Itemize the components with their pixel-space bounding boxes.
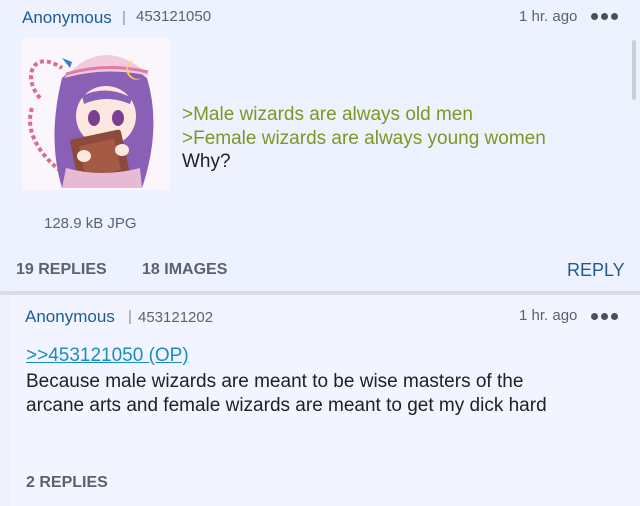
reply-header-separator: |: [128, 308, 132, 325]
reply-replies-count[interactable]: 2 REPLIES: [26, 474, 108, 492]
op-post: Anonymous | 453121050 1 hr. ago >Male wi…: [0, 0, 640, 291]
reply-post-number[interactable]: 453121202: [138, 309, 213, 326]
op-greentext-line-2: >Female wizards are always young women: [182, 128, 546, 149]
op-timestamp: 1 hr. ago: [519, 8, 578, 25]
op-images-count[interactable]: 18 IMAGES: [142, 261, 227, 279]
reply-author-name[interactable]: Anonymous: [25, 307, 115, 327]
op-image-thumbnail[interactable]: [22, 38, 170, 190]
op-more-dots-icon[interactable]: [591, 13, 618, 20]
op-post-text: Why?: [182, 151, 231, 172]
op-header-separator: |: [122, 9, 126, 26]
reply-more-dots-icon[interactable]: [591, 313, 618, 320]
reply-timestamp: 1 hr. ago: [519, 307, 578, 324]
op-file-info: 128.9 kB JPG: [44, 215, 137, 232]
reply-button[interactable]: REPLY: [567, 260, 625, 281]
op-post-number[interactable]: 453121050: [136, 8, 211, 25]
op-replies-count[interactable]: 19 REPLIES: [16, 261, 107, 279]
anime-girl-thumbnail-icon: [28, 54, 154, 188]
op-greentext-line-1: >Male wizards are always old men: [182, 104, 473, 125]
reply-text-line-2: arcane arts and female wizards are meant…: [26, 395, 547, 416]
op-author-name[interactable]: Anonymous: [22, 8, 112, 28]
reply-post: Anonymous | 453121202 1 hr. ago >>453121…: [10, 295, 640, 506]
scrollbar[interactable]: [632, 40, 636, 100]
op-quote-link[interactable]: >>453121050 (OP): [26, 345, 189, 367]
reply-text-line-1: Because male wizards are meant to be wis…: [26, 371, 524, 392]
